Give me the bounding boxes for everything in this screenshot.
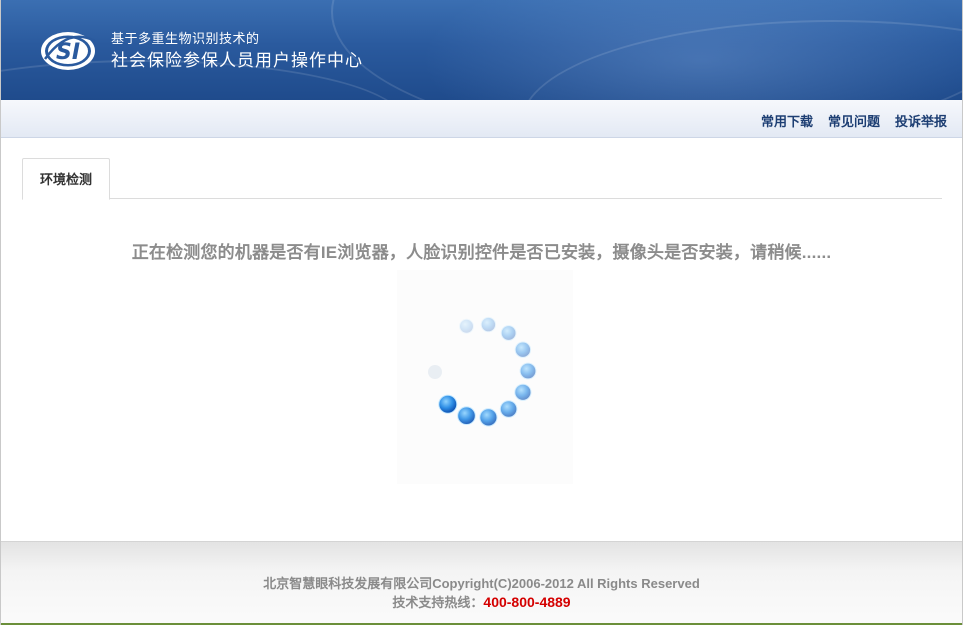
spinner-dot bbox=[514, 341, 532, 358]
spinner-dot bbox=[479, 408, 498, 427]
spinner-dot bbox=[480, 316, 497, 333]
support-label: 技术支持热线： bbox=[392, 595, 484, 610]
support-hotline: 400-800-4889 bbox=[483, 594, 571, 610]
spinner-dot bbox=[519, 362, 537, 380]
spinner-dot bbox=[499, 400, 518, 418]
spinner-dot bbox=[500, 325, 517, 341]
spinner-dot bbox=[457, 406, 476, 425]
footer: 北京智慧眼科技发展有限公司Copyright(C)2006-2012 All R… bbox=[1, 541, 962, 625]
loading-spinner-icon bbox=[397, 270, 573, 484]
header-subtitle: 基于多重生物识别技术的 bbox=[111, 31, 260, 46]
tab-environment-check[interactable]: 环境检测 bbox=[22, 158, 110, 200]
header-banner: SI 基于多重生物识别技术的 社会保险参保人员用户操作中心 bbox=[1, 0, 962, 100]
spinner-dot bbox=[459, 318, 474, 334]
header-title: 社会保险参保人员用户操作中心 bbox=[111, 51, 363, 70]
tab-bar: 环境检测 bbox=[22, 158, 942, 200]
page: SI 基于多重生物识别技术的 社会保险参保人员用户操作中心 常用下载 常见问题 … bbox=[0, 0, 963, 625]
detect-message: 正在检测您的机器是否有IE浏览器，人脸识别控件是否已安装，摄像头是否安装，请稍候… bbox=[131, 243, 832, 262]
footer-copyright: 北京智慧眼科技发展有限公司Copyright(C)2006-2012 All R… bbox=[263, 576, 700, 591]
spinner-dot bbox=[514, 383, 532, 401]
nav-links: 常用下载 常见问题 投诉举报 bbox=[761, 111, 947, 130]
si-logo: SI bbox=[41, 32, 96, 70]
logo-text: SI bbox=[56, 40, 80, 65]
nav-link-faq[interactable]: 常见问题 bbox=[828, 111, 880, 130]
nav-link-downloads[interactable]: 常用下载 bbox=[761, 111, 813, 130]
top-nav-bar: 常用下载 常见问题 投诉举报 bbox=[1, 100, 962, 138]
nav-link-complaint[interactable]: 投诉举报 bbox=[895, 111, 947, 130]
spinner-dot bbox=[438, 394, 458, 414]
footer-support: 技术支持热线：400-800-4889 bbox=[1, 592, 962, 611]
spinner-dot bbox=[428, 365, 442, 379]
